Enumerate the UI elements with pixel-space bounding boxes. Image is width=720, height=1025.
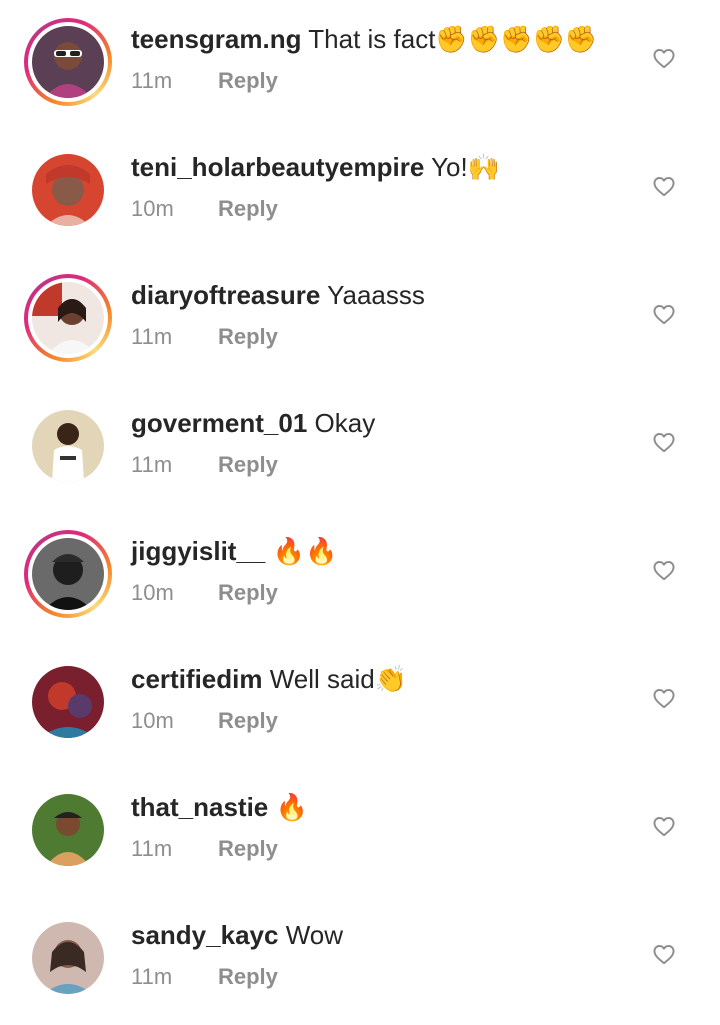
comment-text: 🔥🔥 — [272, 536, 338, 566]
comment-line: goverment_01 Okay — [131, 406, 375, 440]
comment-username[interactable]: certifiedim — [131, 664, 263, 694]
reply-button[interactable]: Reply — [218, 68, 278, 93]
comment-username[interactable]: that_nastie — [131, 792, 268, 822]
avatar-wrap[interactable] — [24, 786, 112, 874]
comment-item: that_nastie 🔥 11m Reply — [0, 768, 720, 896]
reply-button[interactable]: Reply — [218, 836, 278, 861]
comment-meta: 10m Reply — [131, 706, 278, 736]
comment-username[interactable]: goverment_01 — [131, 408, 307, 438]
comment-time: 10m — [131, 708, 174, 733]
heart-outline-icon[interactable] — [651, 173, 677, 199]
comment-meta: 11m Reply — [131, 450, 278, 480]
heart-outline-icon[interactable] — [651, 941, 677, 967]
comment-username[interactable]: diaryoftreasure — [131, 280, 320, 310]
heart-outline-icon[interactable] — [651, 557, 677, 583]
avatar-wrap[interactable] — [24, 658, 112, 746]
comment-line: diaryoftreasure Yaaasss — [131, 278, 425, 312]
avatar[interactable] — [32, 794, 104, 866]
reply-button[interactable]: Reply — [218, 324, 278, 349]
heart-outline-icon[interactable] — [651, 429, 677, 455]
comment-item: sandy_kayc Wow 11m Reply — [0, 896, 720, 1024]
comment-text: Yaaasss — [327, 280, 425, 310]
avatar[interactable] — [32, 410, 104, 482]
avatar-story-ring[interactable] — [24, 530, 112, 618]
comment-meta: 11m Reply — [131, 66, 278, 96]
comment-line: teni_holarbeautyempire Yo!🙌 — [131, 150, 500, 184]
comment-time: 11m — [131, 836, 173, 861]
reply-button[interactable]: Reply — [218, 964, 278, 989]
comment-item: goverment_01 Okay 11m Reply — [0, 384, 720, 512]
reply-button[interactable]: Reply — [218, 708, 278, 733]
avatar[interactable] — [32, 538, 104, 610]
avatar[interactable] — [32, 26, 104, 98]
comment-line: that_nastie 🔥 — [131, 790, 308, 824]
comment-username[interactable]: sandy_kayc — [131, 920, 278, 950]
comment-item: teni_holarbeautyempire Yo!🙌 10m Reply — [0, 128, 720, 256]
heart-outline-icon[interactable] — [651, 45, 677, 71]
avatar-wrap[interactable] — [24, 914, 112, 1002]
comment-time: 10m — [131, 580, 174, 605]
comment-line: sandy_kayc Wow — [131, 918, 343, 952]
comment-username[interactable]: teni_holarbeautyempire — [131, 152, 424, 182]
comment-text: Yo!🙌 — [431, 152, 501, 182]
comment-meta: 10m Reply — [131, 194, 278, 224]
avatar[interactable] — [32, 154, 104, 226]
comment-line: jiggyislit__ 🔥🔥 — [131, 534, 337, 568]
reply-button[interactable]: Reply — [218, 452, 278, 477]
reply-button[interactable]: Reply — [218, 580, 278, 605]
comment-time: 11m — [131, 964, 173, 989]
comment-time: 10m — [131, 196, 174, 221]
comment-time: 11m — [131, 68, 173, 93]
comment-item: jiggyislit__ 🔥🔥 10m Reply — [0, 512, 720, 640]
avatar[interactable] — [32, 666, 104, 738]
avatar-story-ring[interactable] — [24, 18, 112, 106]
avatar[interactable] — [32, 922, 104, 994]
avatar-wrap[interactable] — [24, 146, 112, 234]
comment-item: diaryoftreasure Yaaasss 11m Reply — [0, 256, 720, 384]
heart-outline-icon[interactable] — [651, 813, 677, 839]
comment-text: 🔥 — [275, 792, 308, 822]
comment-username[interactable]: jiggyislit__ — [131, 536, 265, 566]
comment-meta: 10m Reply — [131, 578, 278, 608]
comment-text: Well said👏 — [269, 664, 408, 694]
reply-button[interactable]: Reply — [218, 196, 278, 221]
heart-outline-icon[interactable] — [651, 301, 677, 327]
comment-meta: 11m Reply — [131, 322, 278, 352]
comment-meta: 11m Reply — [131, 834, 278, 864]
comment-list: teensgram.ng That is fact✊✊✊✊✊ 11m Reply … — [0, 0, 720, 1025]
comment-item: teensgram.ng That is fact✊✊✊✊✊ 11m Reply — [0, 0, 720, 128]
comment-time: 11m — [131, 452, 173, 477]
comment-line: certifiedim Well said👏 — [131, 662, 407, 696]
comment-item: certifiedim Well said👏 10m Reply — [0, 640, 720, 768]
comment-text: Okay — [314, 408, 376, 438]
comment-text: Wow — [285, 920, 343, 950]
comment-line: teensgram.ng That is fact✊✊✊✊✊ — [131, 22, 597, 56]
comment-meta: 11m Reply — [131, 962, 278, 992]
comment-text: That is fact✊✊✊✊✊ — [308, 24, 598, 54]
avatar[interactable] — [32, 282, 104, 354]
avatar-story-ring[interactable] — [24, 274, 112, 362]
avatar-wrap[interactable] — [24, 402, 112, 490]
comment-username[interactable]: teensgram.ng — [131, 24, 302, 54]
comment-time: 11m — [131, 324, 173, 349]
heart-outline-icon[interactable] — [651, 685, 677, 711]
